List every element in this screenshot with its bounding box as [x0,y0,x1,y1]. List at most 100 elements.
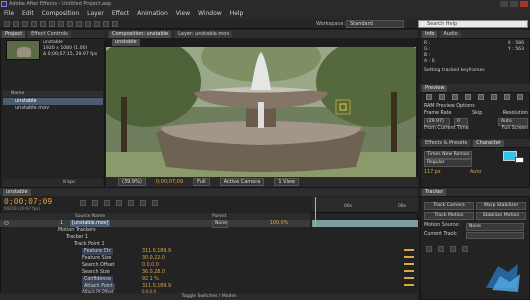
camera-select[interactable]: Active Camera [219,178,265,186]
frame-blending-icon[interactable] [128,200,134,206]
tab-composition[interactable]: Composition: unstable [109,30,172,38]
prop-row[interactable]: Motion Trackers [0,227,310,234]
font-family-select[interactable]: Times New Roman [424,151,472,159]
bit-depth-label[interactable]: 8 bpc [63,180,75,185]
prev-frame-icon[interactable] [439,94,445,100]
col-source-name[interactable]: Source Name [75,213,105,220]
views-select[interactable]: 1 View [274,178,300,186]
prop-row[interactable]: Feature Size 30.0,22.0 [0,255,310,262]
next-frame-icon[interactable] [465,94,471,100]
prop-row[interactable]: Tracker 1 [0,234,310,241]
eraser-tool-icon[interactable] [103,21,109,27]
shy-layers-icon[interactable] [116,200,122,206]
track-camera-button[interactable]: Track Camera [424,202,474,210]
menu-edit[interactable]: Edit [22,10,34,17]
workspace-select[interactable]: Standard [346,20,404,28]
prop-row[interactable]: Search Offset 0.0,0.0 [0,262,310,269]
tab-info[interactable]: Info [422,30,438,38]
layer-stretch[interactable]: 100.0% [270,220,288,227]
viewer-timecode[interactable]: 0;00;07;09 [156,179,183,185]
maximize-button[interactable] [510,1,518,7]
stroke-color-swatch[interactable] [515,157,524,163]
tab-layer[interactable]: Layer: unstable.mov [175,30,233,38]
prop-value[interactable]: 92.1 % [142,276,159,283]
minimize-button[interactable] [500,1,508,7]
hand-tool-icon[interactable] [13,21,19,27]
search-icon[interactable] [80,200,86,206]
menu-window[interactable]: Window [198,10,222,17]
brush-tool-icon[interactable] [85,21,91,27]
leading-field[interactable]: Auto [470,170,481,175]
project-column-name[interactable]: Name [3,91,103,97]
resolution-select[interactable]: Full [193,178,210,186]
analyze-forward-icon[interactable] [450,246,456,252]
search-help-input[interactable]: Search Help [418,20,528,28]
menu-file[interactable]: File [4,10,14,17]
current-track-select[interactable] [466,232,524,239]
menu-help[interactable]: Help [230,10,244,17]
comp-mini-flowchart-icon[interactable] [92,200,98,206]
prop-value[interactable]: 36.0,28.0 [142,269,165,276]
composition-frame[interactable] [106,47,416,177]
warp-stabilizer-button[interactable]: Warp Stabilizer [476,202,526,210]
project-item-comp[interactable]: unstable [3,98,103,105]
menu-view[interactable]: View [176,10,190,17]
stabilize-motion-button[interactable]: Stabilize Motion [476,212,526,220]
clone-tool-icon[interactable] [94,21,100,27]
full-screen-checkbox[interactable]: Full Screen [502,126,528,132]
font-style-select[interactable]: Regular [424,159,472,167]
ram-preview-options[interactable]: RAM Preview Options [424,104,475,110]
analyze-backward-icon[interactable] [438,246,444,252]
prop-value[interactable]: 311.0,189.9 [142,248,171,255]
tab-character[interactable]: Character [473,139,504,147]
prop-value[interactable]: 30.0,22.0 [142,255,165,262]
project-item-footage[interactable]: unstable.mov [3,105,103,112]
col-parent[interactable]: Parent [212,213,226,220]
prop-row[interactable]: Confidence 92.1 % [0,276,310,283]
frame-rate-select[interactable]: (29.97) [424,118,450,126]
from-current-time-checkbox[interactable]: From Current Time [424,126,469,132]
menu-layer[interactable]: Layer [87,10,104,17]
timeline-timecode[interactable]: 0;00;07;09 [4,197,52,206]
font-size-field[interactable]: 117 px [424,170,441,175]
motion-source-select[interactable]: None [466,223,524,231]
last-frame-icon[interactable] [478,94,484,100]
text-tool-icon[interactable] [76,21,82,27]
graph-editor-icon[interactable] [152,200,158,206]
tab-effects-presets[interactable]: Effects & Presets [422,139,471,147]
prop-row[interactable]: Track Point 1 [0,241,310,248]
ram-preview-icon[interactable] [517,94,523,100]
play-icon[interactable] [452,94,458,100]
tab-project[interactable]: Project [2,30,26,38]
analyze-back-one-icon[interactable] [426,246,432,252]
layer-row[interactable]: 1 [unstable.mov] None 100.0% [0,220,310,228]
skip-field[interactable]: 0 [454,118,468,126]
tab-timeline-unstable[interactable]: unstable [3,188,31,196]
prop-value[interactable]: 0.0,0.0 [142,262,159,269]
keyframe-lane[interactable] [312,227,418,293]
layer-duration-bar[interactable] [312,220,418,227]
puppet-tool-icon[interactable] [112,21,118,27]
loop-icon[interactable] [504,94,510,100]
prop-row[interactable]: Search Size 36.0,28.0 [0,269,310,276]
tab-preview[interactable]: Preview [422,84,448,92]
tab-effect-controls[interactable]: Effect Controls [28,30,71,38]
menu-animation[interactable]: Animation [137,10,168,17]
tab-tracker[interactable]: Tracker [422,188,447,196]
visibility-eye-icon[interactable] [4,221,9,225]
mask-tool-icon[interactable] [58,21,64,27]
selection-tool-icon[interactable] [4,21,10,27]
draft-3d-icon[interactable] [104,200,110,206]
toggle-switches-modes[interactable]: Toggle Switches / Modes [0,293,418,300]
rotate-tool-icon[interactable] [31,21,37,27]
resolution-select-preview[interactable]: Auto [498,118,528,126]
zoom-tool-icon[interactable] [22,21,28,27]
analyze-forward-one-icon[interactable] [462,246,468,252]
menu-effect[interactable]: Effect [112,10,129,17]
camera-tool-icon[interactable] [40,21,46,27]
layer-name[interactable]: [unstable.mov] [70,220,111,227]
zoom-select[interactable]: (39.9%) [118,178,146,186]
first-frame-icon[interactable] [426,94,432,100]
pen-tool-icon[interactable] [67,21,73,27]
tab-audio[interactable]: Audio [440,30,461,38]
